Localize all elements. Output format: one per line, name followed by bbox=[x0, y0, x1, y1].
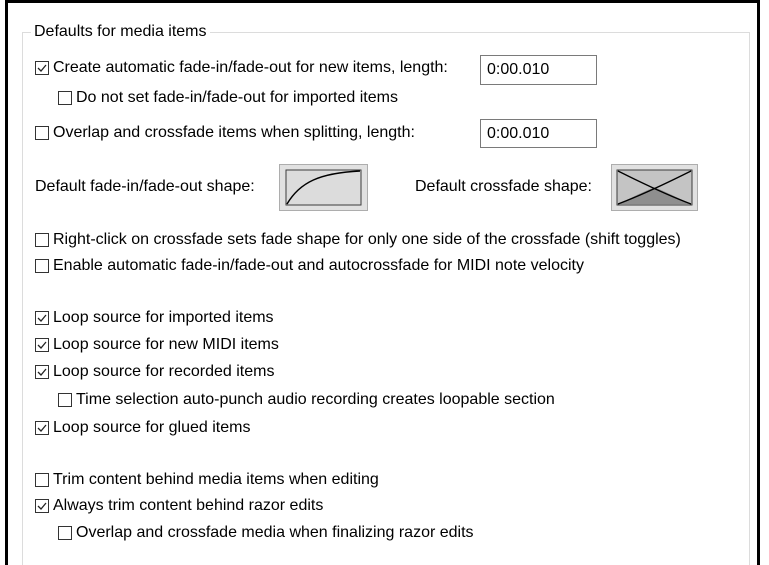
checkmark-path bbox=[37, 314, 47, 322]
checkmark-icon bbox=[37, 314, 47, 322]
fade-curve-icon bbox=[285, 169, 362, 206]
checkmark-icon bbox=[37, 368, 47, 376]
checkbox-label[interactable]: Time selection auto-punch audio recordin… bbox=[76, 389, 555, 411]
checkmark-path bbox=[37, 64, 47, 72]
checkbox-label[interactable]: Overlap and crossfade items when splitti… bbox=[53, 122, 415, 144]
checkbox-box[interactable] bbox=[58, 91, 72, 105]
checkmark-icon bbox=[37, 64, 47, 72]
checkbox-box[interactable] bbox=[35, 499, 49, 513]
default-crossfade-shape-button[interactable] bbox=[611, 164, 698, 211]
checkbox-label[interactable]: Create automatic fade-in/fade-out for ne… bbox=[53, 57, 448, 79]
checkmark-icon bbox=[37, 341, 47, 349]
checkbox-box[interactable] bbox=[35, 421, 49, 435]
checkbox-label[interactable]: Always trim content behind razor edits bbox=[53, 495, 323, 517]
checkbox-label[interactable]: Trim content behind media items when edi… bbox=[53, 469, 379, 491]
checkbox-label[interactable]: Loop source for recorded items bbox=[53, 361, 274, 383]
group-title: Defaults for media items bbox=[31, 23, 210, 41]
checkbox-box[interactable] bbox=[35, 259, 49, 273]
checkbox-box[interactable] bbox=[58, 393, 72, 407]
crossfade-x-icon bbox=[616, 169, 693, 206]
checkbox-box[interactable] bbox=[35, 311, 49, 325]
checkbox-label[interactable]: Right-click on crossfade sets fade shape… bbox=[53, 229, 681, 251]
checkbox-box[interactable] bbox=[35, 365, 49, 379]
checkbox-label[interactable]: Overlap and crossfade media when finaliz… bbox=[76, 522, 474, 544]
default-fade-shape-label: Default fade-in/fade-out shape: bbox=[35, 178, 255, 195]
checkmark-path bbox=[37, 368, 47, 376]
checkbox-label[interactable]: Loop source for glued items bbox=[53, 417, 250, 439]
checkmark-path bbox=[37, 341, 47, 349]
checkbox-label[interactable]: Enable automatic fade-in/fade-out and au… bbox=[53, 255, 584, 277]
checkbox-box[interactable] bbox=[35, 61, 49, 75]
checkmark-path bbox=[37, 502, 47, 510]
checkmark-path bbox=[37, 424, 47, 432]
checkbox-box[interactable] bbox=[35, 473, 49, 487]
checkbox-label[interactable]: Loop source for new MIDI items bbox=[53, 334, 279, 356]
fade-shape-frame bbox=[285, 169, 362, 206]
checkbox-box[interactable] bbox=[35, 126, 49, 140]
split-crossfade-length-input[interactable] bbox=[480, 119, 597, 148]
checkmark-icon bbox=[37, 502, 47, 510]
default-crossfade-shape-label: Default crossfade shape: bbox=[415, 178, 592, 195]
checkbox-box[interactable] bbox=[35, 338, 49, 352]
checkbox-box[interactable] bbox=[35, 233, 49, 247]
checkbox-label[interactable]: Loop source for imported items bbox=[53, 307, 274, 329]
auto-fade-length-input[interactable] bbox=[480, 55, 597, 85]
default-fade-shape-button[interactable] bbox=[279, 164, 368, 211]
checkbox-label[interactable]: Do not set fade-in/fade-out for imported… bbox=[76, 87, 398, 109]
checkmark-icon bbox=[37, 424, 47, 432]
checkbox-box[interactable] bbox=[58, 526, 72, 540]
